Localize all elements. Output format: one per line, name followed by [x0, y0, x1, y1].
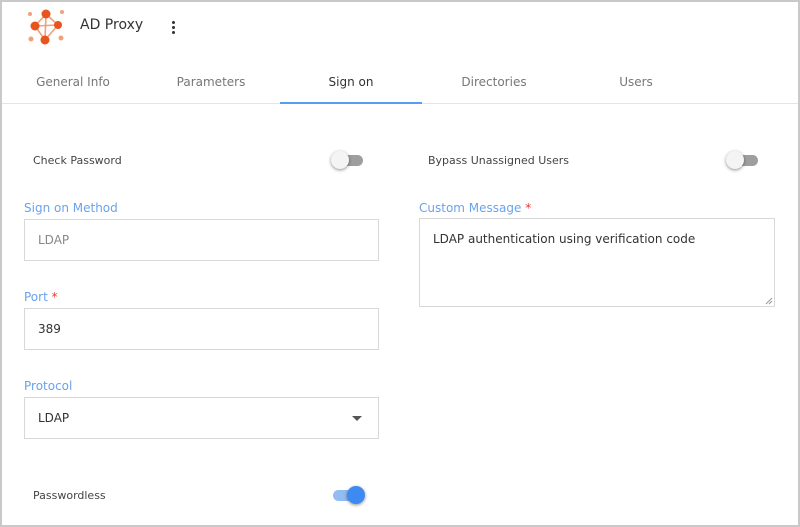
tab-directories[interactable]: Directories	[423, 62, 565, 104]
bypass-unassigned-toggle[interactable]	[726, 151, 760, 169]
bypass-unassigned-label: Bypass Unassigned Users	[428, 154, 570, 167]
protocol-select[interactable]: LDAP	[24, 397, 379, 439]
protocol-label: Protocol	[24, 379, 73, 393]
port-label: Port *	[24, 290, 58, 304]
tab-parameters[interactable]: Parameters	[140, 62, 282, 104]
custom-message-label: Custom Message *	[419, 201, 532, 215]
kebab-menu-icon[interactable]	[164, 16, 182, 38]
port-input[interactable]: 389	[24, 308, 379, 350]
custom-message-text: LDAP authentication using verification c…	[433, 232, 696, 246]
check-password-label: Check Password	[33, 154, 122, 167]
tab-users[interactable]: Users	[565, 62, 707, 104]
tab-sign-on[interactable]: Sign on	[280, 62, 422, 104]
protocol-selected-value: LDAP	[38, 411, 70, 425]
sign-on-method-field: LDAP	[24, 219, 379, 261]
app-title: AD Proxy	[80, 17, 144, 33]
passwordless-label: Passwordless	[33, 489, 106, 502]
passwordless-toggle[interactable]	[331, 486, 365, 504]
custom-message-textarea[interactable]: LDAP authentication using verification c…	[419, 218, 775, 307]
network-nodes-icon	[28, 9, 64, 45]
sign-on-method-label: Sign on Method	[24, 201, 118, 215]
app-window: AD Proxy General Info Parameters Sign on…	[0, 0, 800, 527]
tab-bar: General Info Parameters Sign on Director…	[2, 62, 798, 104]
chevron-down-icon	[352, 416, 362, 421]
check-password-toggle[interactable]	[331, 151, 365, 169]
app-header: AD Proxy	[2, 2, 798, 54]
resize-grip-icon[interactable]	[764, 296, 773, 305]
tab-general-info[interactable]: General Info	[2, 62, 144, 104]
